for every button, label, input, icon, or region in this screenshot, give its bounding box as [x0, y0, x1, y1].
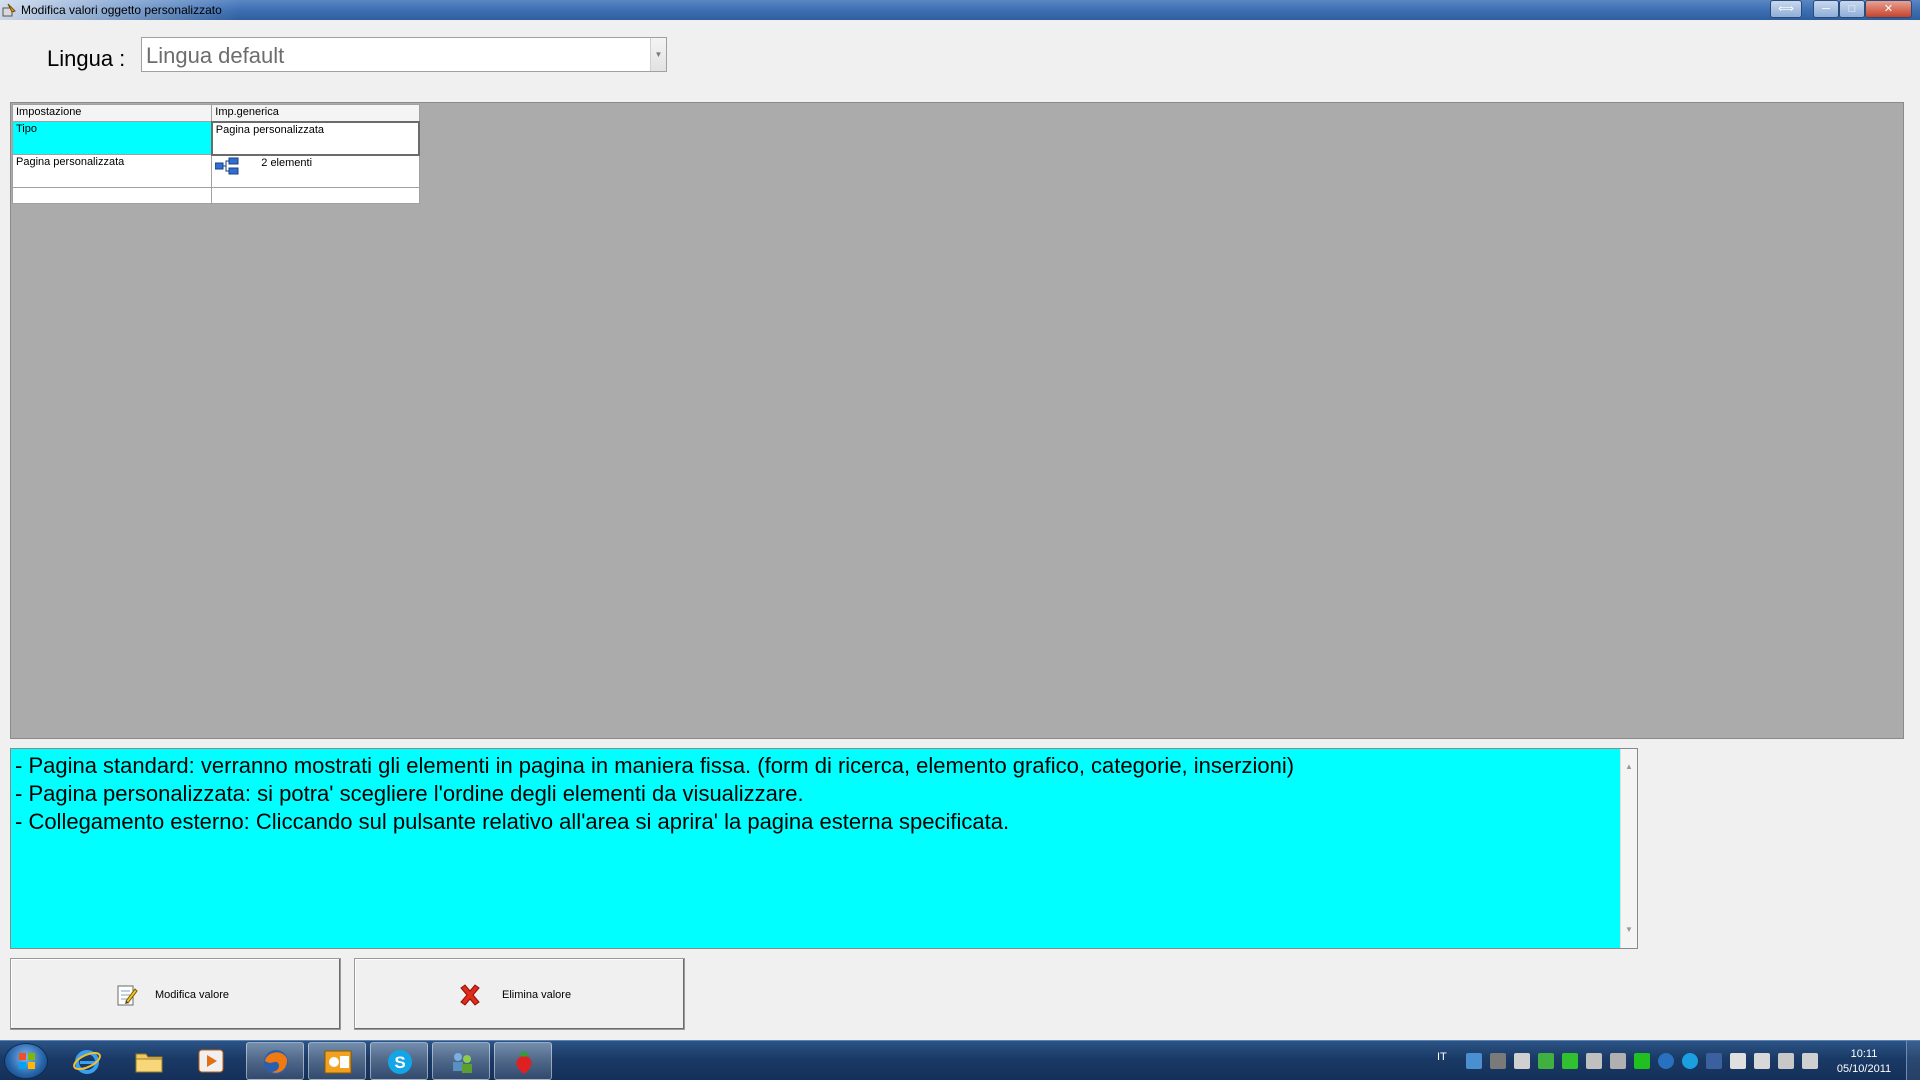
users-icon [453, 1053, 472, 1073]
grid-cell-setting[interactable] [11, 187, 213, 204]
signal-tray-icon[interactable] [1778, 1053, 1794, 1069]
network-tray-icon[interactable] [1466, 1053, 1482, 1069]
system-tray [1466, 1053, 1818, 1071]
taskbar-skype[interactable]: S [370, 1042, 428, 1080]
tree-structure-icon[interactable] [215, 157, 239, 175]
maximize-button[interactable]: □ [1839, 0, 1865, 18]
grid-cell-value-text: 2 elementi [261, 156, 313, 169]
language-label: Lingua : [47, 46, 126, 71]
language-selected-value: Lingua default [146, 43, 285, 68]
delete-x-icon [460, 984, 480, 1006]
strawberry-icon [516, 1051, 532, 1074]
svg-text:S: S [394, 1053, 405, 1072]
grid-header-value[interactable]: Imp.generica [211, 104, 420, 122]
chat-tray-icon[interactable] [1682, 1053, 1698, 1069]
description-line: - Pagina standard: verranno mostrati gli… [15, 753, 1295, 778]
usb-tray-icon[interactable] [1610, 1053, 1626, 1069]
skype-icon: S [388, 1050, 412, 1074]
taskbar-firefox[interactable] [246, 1042, 304, 1080]
scroll-up-icon[interactable]: ▲ [1625, 753, 1633, 781]
volume-tray-icon[interactable] [1802, 1053, 1818, 1069]
delete-value-label: Elimina valore [502, 989, 572, 1001]
resize-icon[interactable]: ⟺ [1770, 0, 1802, 18]
update-tray-icon[interactable] [1658, 1053, 1674, 1069]
tray-language-indicator[interactable]: IT [1437, 1051, 1447, 1063]
grid-cell-value[interactable]: 2 elementi [211, 154, 420, 188]
show-desktop-button[interactable] [1906, 1041, 1920, 1080]
description-line: - Collegamento esterno: Cliccando sul pu… [15, 809, 1010, 834]
taskbar-outlook[interactable] [308, 1042, 366, 1080]
flag-tray-icon[interactable] [1730, 1053, 1746, 1069]
grid-cell-value-editor[interactable]: Pagina personalizzata [210, 120, 421, 156]
settings-grid: Impostazione Imp.generica Tipo Pagina pe… [11, 104, 421, 204]
scroll-down-icon[interactable]: ▼ [1625, 916, 1633, 944]
modify-value-button[interactable]: Modifica valore [10, 958, 341, 1030]
grid-cell-value[interactable] [211, 187, 420, 204]
outlook-icon [324, 1050, 352, 1074]
media-player-icon [198, 1049, 224, 1073]
grid-cell-setting[interactable]: Tipo [11, 121, 213, 155]
language-select[interactable]: Lingua default ▼ [141, 37, 667, 72]
firefox-icon [264, 1050, 288, 1074]
chevron-down-icon[interactable]: ▼ [650, 38, 666, 71]
taskbar-internet-explorer[interactable] [58, 1042, 116, 1080]
start-button[interactable] [4, 1043, 48, 1079]
edit-note-icon [117, 985, 138, 1006]
sync-tray-icon[interactable] [1562, 1053, 1578, 1069]
taskbar-explorer[interactable] [120, 1042, 178, 1080]
app-icon [2, 3, 16, 17]
device-tray-icon[interactable] [1514, 1053, 1530, 1069]
settings-grid-area: Impostazione Imp.generica Tipo Pagina pe… [10, 102, 1904, 739]
check-tray-icon[interactable] [1634, 1053, 1650, 1069]
taskbar-strawberry-app[interactable] [494, 1042, 552, 1080]
internet-explorer-icon [73, 1050, 101, 1074]
battery-tray-icon[interactable] [1754, 1053, 1770, 1069]
title-bar[interactable]: Modifica valori oggetto personalizzato ⟺… [0, 0, 1920, 20]
modify-value-label: Modifica valore [155, 989, 229, 1001]
security-tray-icon[interactable] [1538, 1053, 1554, 1069]
clock-date: 05/10/2011 [1836, 1063, 1892, 1075]
table-row[interactable] [11, 187, 420, 204]
description-scrollbar[interactable]: ▲ ▼ [1620, 749, 1637, 948]
taskbar-users-app[interactable] [432, 1042, 490, 1080]
description-textbox[interactable]: - Pagina standard: verranno mostrati gli… [10, 748, 1638, 949]
delete-value-button[interactable]: Elimina valore [354, 958, 685, 1030]
table-row[interactable]: Pagina personalizzata 2 elementi [11, 154, 420, 188]
close-button[interactable]: ✕ [1865, 0, 1912, 18]
bluetooth-tray-icon[interactable] [1706, 1053, 1722, 1069]
window-title: Modifica valori oggetto personalizzato [21, 3, 222, 17]
description-line: - Pagina personalizzata: si potra' scegl… [15, 781, 804, 806]
folder-icon [135, 1053, 163, 1073]
minimize-button[interactable]: ─ [1813, 0, 1839, 18]
grid-cell-setting[interactable]: Pagina personalizzata [11, 154, 213, 188]
clock-time: 10:11 [1850, 1048, 1878, 1060]
grid-header-setting[interactable]: Impostazione [11, 104, 213, 122]
table-row[interactable]: Tipo Pagina personalizzata [11, 120, 421, 156]
clock[interactable]: 10:11 05/10/2011 [1830, 1047, 1898, 1077]
settings-tray-icon[interactable] [1490, 1053, 1506, 1069]
windows-logo-icon [19, 1053, 35, 1069]
taskbar: S IT 10:11 05/10/2011 [0, 1040, 1920, 1080]
display-tray-icon[interactable] [1586, 1053, 1602, 1069]
taskbar-media-player[interactable] [182, 1042, 240, 1080]
